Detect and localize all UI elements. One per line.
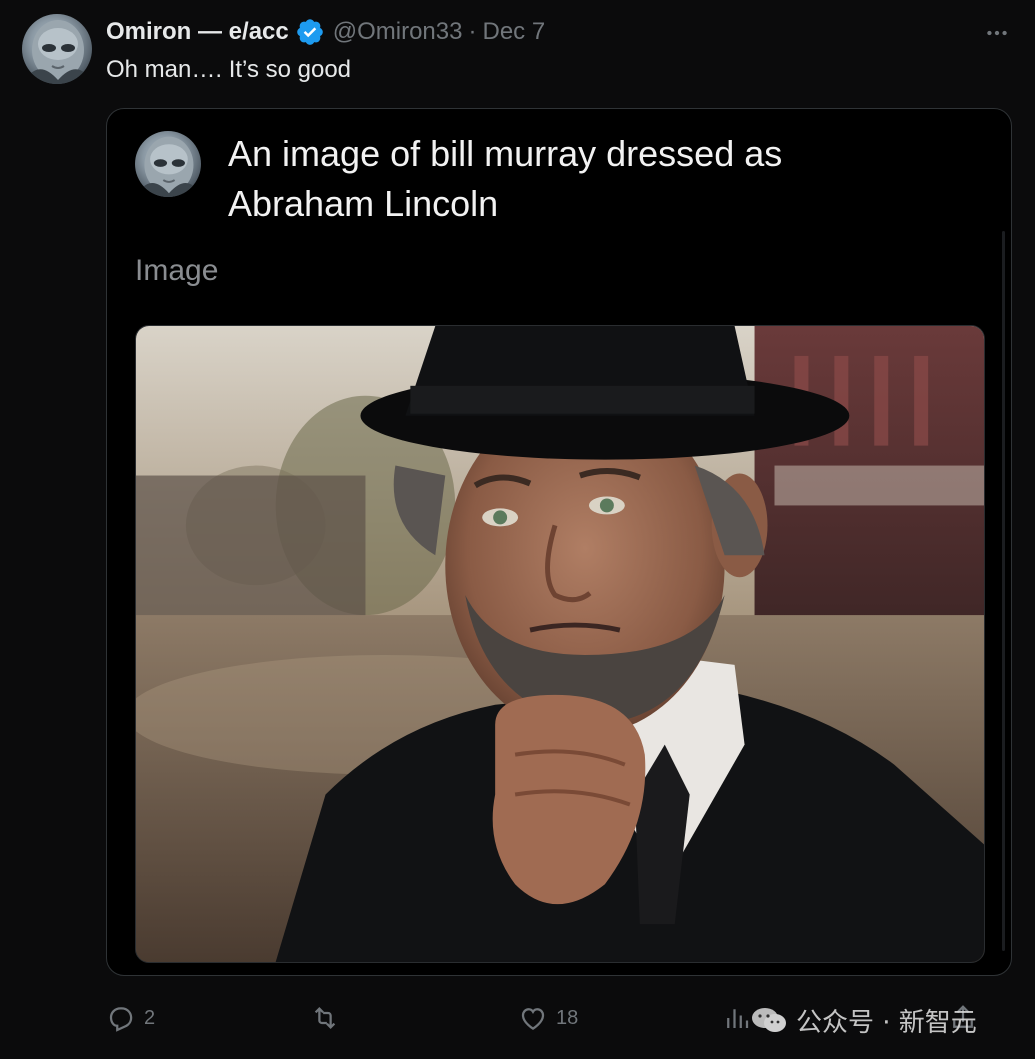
separator-dot: · bbox=[468, 18, 477, 45]
views-icon bbox=[727, 1009, 749, 1028]
repost-icon bbox=[314, 1007, 336, 1029]
quote-image[interactable] bbox=[135, 325, 985, 963]
watermark: 公众号 · 新智元 bbox=[750, 1000, 977, 1040]
views-button[interactable] bbox=[722, 996, 752, 1040]
quote-avatar bbox=[135, 131, 201, 197]
wechat-logo-icon bbox=[752, 1008, 786, 1032]
author-handle[interactable]: @Omiron33 bbox=[333, 16, 463, 48]
tweet[interactable]: Omiron — e/acc @Omiron33 · Dec 7 Oh man…… bbox=[0, 0, 1035, 1059]
tweet-date[interactable]: Dec 7 bbox=[482, 16, 545, 48]
verified-badge-icon bbox=[295, 17, 325, 47]
like-button[interactable]: 18 bbox=[518, 996, 578, 1040]
quote-scrollbar[interactable] bbox=[1002, 231, 1005, 951]
quote-card[interactable]: An image of bill murray dressed as Abrah… bbox=[106, 108, 1012, 976]
quote-subtitle: Image bbox=[135, 254, 219, 287]
author-display-name[interactable]: Omiron — e/acc bbox=[106, 16, 289, 48]
alien-avatar-icon bbox=[135, 136, 201, 197]
reply-button[interactable]: 2 bbox=[106, 996, 155, 1040]
like-count: 18 bbox=[556, 1006, 579, 1029]
tweet-header: Omiron — e/acc @Omiron33 · Dec 7 bbox=[106, 16, 545, 48]
more-options-icon[interactable] bbox=[982, 18, 1012, 48]
alien-avatar-icon bbox=[22, 20, 92, 84]
heart-icon bbox=[521, 1008, 545, 1030]
reply-icon bbox=[109, 1007, 133, 1032]
quote-title: An image of bill murray dressed as Abrah… bbox=[228, 133, 783, 224]
reply-count: 2 bbox=[144, 1006, 156, 1029]
author-avatar[interactable] bbox=[22, 14, 92, 84]
tweet-text: Oh man…. It’s so good bbox=[106, 56, 352, 83]
repost-button[interactable] bbox=[310, 996, 340, 1040]
portrait-image bbox=[136, 326, 984, 962]
watermark-text: 公众号 · 新智元 bbox=[796, 1007, 977, 1038]
